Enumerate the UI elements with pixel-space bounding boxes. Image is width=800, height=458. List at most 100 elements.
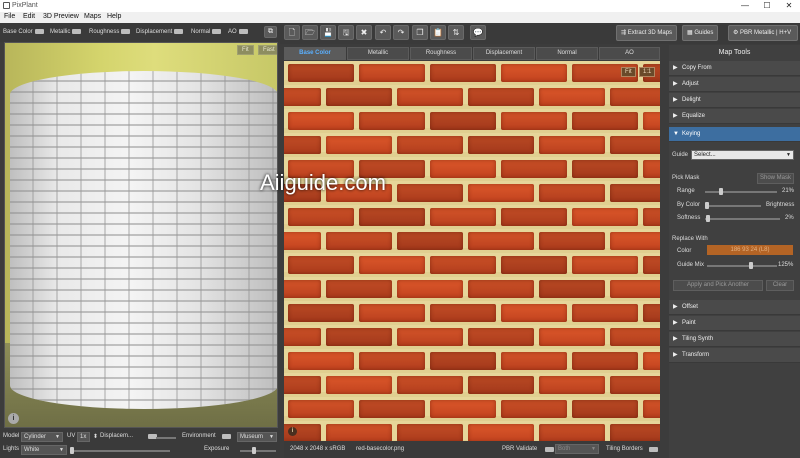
menu-edit[interactable]: Edit bbox=[23, 13, 35, 20]
model-select[interactable]: Cylinder ▼ bbox=[21, 432, 63, 442]
guide-mix-slider[interactable] bbox=[707, 262, 777, 269]
slider-knob[interactable] bbox=[706, 215, 710, 222]
section-equalize[interactable]: ▶ Equalize bbox=[669, 109, 800, 124]
section-copy-from[interactable]: ▶ Copy From bbox=[669, 61, 800, 76]
brick bbox=[572, 112, 638, 130]
lights-select[interactable]: White ▼ bbox=[21, 445, 67, 455]
environment-toggle[interactable] bbox=[222, 434, 231, 439]
clear-button[interactable]: Clear bbox=[766, 280, 794, 291]
guide-label: Guide bbox=[672, 152, 689, 158]
tab-normal[interactable]: Normal bbox=[536, 47, 598, 60]
menu-file[interactable]: File bbox=[4, 13, 15, 20]
texture-fit-button[interactable]: Fit bbox=[621, 67, 636, 77]
toggle-label: Displacement bbox=[136, 29, 173, 36]
section-keying[interactable]: ▼ Keying bbox=[669, 127, 800, 142]
maximize-button[interactable]: ☐ bbox=[756, 0, 778, 12]
brick bbox=[468, 184, 534, 202]
menu-maps[interactable]: Maps bbox=[84, 13, 101, 20]
new-file-icon[interactable]: 🗋 bbox=[284, 25, 300, 40]
section-transform[interactable]: ▶ Transform bbox=[669, 348, 800, 363]
close-button[interactable]: ✕ bbox=[778, 0, 800, 12]
guide-mix-label: Guide Mix bbox=[677, 262, 705, 268]
section-tiling-synth[interactable]: ▶ Tiling Synth bbox=[669, 332, 800, 347]
pbr-mode-select[interactable]: Both ▼ bbox=[555, 444, 599, 454]
toggle-switch[interactable] bbox=[238, 29, 248, 34]
lights-slider[interactable] bbox=[70, 447, 170, 454]
menu-help[interactable]: Help bbox=[107, 13, 121, 20]
toggle-switch[interactable] bbox=[121, 29, 131, 34]
pbr-validate-toggle[interactable] bbox=[545, 447, 554, 452]
section-paint[interactable]: ▶ Paint bbox=[669, 316, 800, 331]
section-adjust[interactable]: ▶ Adjust bbox=[669, 77, 800, 92]
brick bbox=[288, 208, 354, 226]
toggle-switch[interactable] bbox=[174, 29, 184, 34]
cylinder-preview[interactable] bbox=[10, 71, 277, 409]
tab-roughness[interactable]: Roughness bbox=[410, 47, 472, 60]
toggle-metallic[interactable]: Metallic bbox=[50, 29, 82, 35]
brick bbox=[397, 184, 463, 202]
tiling-borders-toggle[interactable] bbox=[649, 447, 658, 452]
duplicate-icon[interactable]: ❐ bbox=[412, 25, 428, 40]
slider-knob[interactable] bbox=[252, 447, 256, 454]
chevron-down-icon: ▼ bbox=[786, 152, 791, 158]
uv-field[interactable]: 1x bbox=[77, 432, 90, 442]
key-color-swatch[interactable]: 186 93 24 (L8) bbox=[707, 245, 793, 255]
range-label: Range bbox=[677, 188, 695, 194]
color-brightness-slider[interactable] bbox=[705, 202, 761, 209]
tab-displacement[interactable]: Displacement bbox=[473, 47, 535, 60]
info-icon[interactable]: i bbox=[8, 413, 19, 424]
undo-icon[interactable]: ↶ bbox=[375, 25, 391, 40]
toggle-ao[interactable]: AO bbox=[228, 29, 248, 35]
slider-knob[interactable] bbox=[719, 188, 723, 195]
section-offset[interactable]: ▶ Offset bbox=[669, 300, 800, 315]
toggle-displacement[interactable]: Displacement bbox=[136, 29, 184, 36]
viewport-fit-button[interactable]: Fit bbox=[237, 45, 254, 55]
toggle-normal[interactable]: Normal bbox=[191, 29, 222, 35]
slider-knob[interactable] bbox=[749, 262, 753, 269]
paste-icon[interactable]: 📋 bbox=[430, 25, 446, 40]
minimize-button[interactable]: — bbox=[734, 0, 756, 12]
save-icon[interactable]: 💾 bbox=[320, 25, 336, 40]
slider-knob[interactable] bbox=[705, 202, 709, 209]
tab-metallic[interactable]: Metallic bbox=[347, 47, 409, 60]
environment-select[interactable]: Museum ▼ bbox=[237, 432, 277, 442]
comment-icon[interactable]: 💬 bbox=[470, 25, 486, 40]
displacement-slider[interactable] bbox=[156, 437, 176, 439]
slider-knob[interactable] bbox=[70, 447, 74, 454]
tab-ao[interactable]: AO bbox=[599, 47, 660, 60]
guides-button[interactable]: ▦ Guides bbox=[682, 25, 719, 41]
workflow-button[interactable]: ⚙ PBR Metallic | H+V bbox=[728, 25, 798, 41]
uv-stepper-icon[interactable]: ⬍ bbox=[93, 433, 98, 440]
extract-3d-maps-button[interactable]: ⇶ Extract 3D Maps bbox=[616, 25, 678, 41]
redo-icon[interactable]: ↷ bbox=[393, 25, 409, 40]
guide-select[interactable]: Select... ▼ bbox=[691, 150, 794, 160]
apply-and-pick-button[interactable]: Apply and Pick Another bbox=[673, 280, 763, 291]
menu-3d-preview[interactable]: 3D Preview bbox=[43, 13, 79, 20]
toggle-switch[interactable] bbox=[34, 29, 44, 34]
map-tools-panel: Map Tools ▶ Copy From ▶ Adjust ▶ Delight ▶ E… bbox=[669, 45, 800, 458]
tab-base-color[interactable]: Base Color bbox=[284, 47, 346, 60]
toggle-roughness[interactable]: Roughness bbox=[89, 29, 131, 35]
texture-1to1-button[interactable]: 1:1 bbox=[639, 67, 656, 77]
viewport-fast-button[interactable]: Fast bbox=[258, 45, 277, 55]
section-delight[interactable]: ▶ Delight bbox=[669, 93, 800, 108]
chevron-right-icon: ▶ bbox=[673, 65, 678, 71]
brick bbox=[284, 328, 321, 346]
brick bbox=[610, 376, 660, 394]
copy-icon[interactable]: ⧉ bbox=[264, 26, 277, 38]
window-title: PixPlant bbox=[12, 2, 38, 9]
toggle-switch[interactable] bbox=[72, 29, 82, 34]
texture-canvas[interactable]: Fit 1:1 i bbox=[284, 61, 660, 441]
swap-icon[interactable]: ⇅ bbox=[448, 25, 464, 40]
3d-viewport[interactable]: Fit Fast i bbox=[4, 42, 278, 428]
texture-info-icon[interactable]: i bbox=[288, 427, 297, 436]
show-mask-button[interactable]: Show Mask bbox=[757, 173, 794, 184]
exposure-slider[interactable] bbox=[240, 447, 276, 454]
range-slider[interactable] bbox=[705, 188, 777, 195]
toggle-base-color[interactable]: Base Color bbox=[3, 29, 44, 35]
softness-slider[interactable] bbox=[705, 215, 780, 222]
close-file-icon[interactable]: ✖ bbox=[356, 25, 372, 40]
save-all-icon[interactable]: 🖫 bbox=[338, 25, 354, 40]
open-folder-icon[interactable]: 🗁 bbox=[302, 25, 318, 40]
toggle-switch[interactable] bbox=[212, 29, 222, 34]
